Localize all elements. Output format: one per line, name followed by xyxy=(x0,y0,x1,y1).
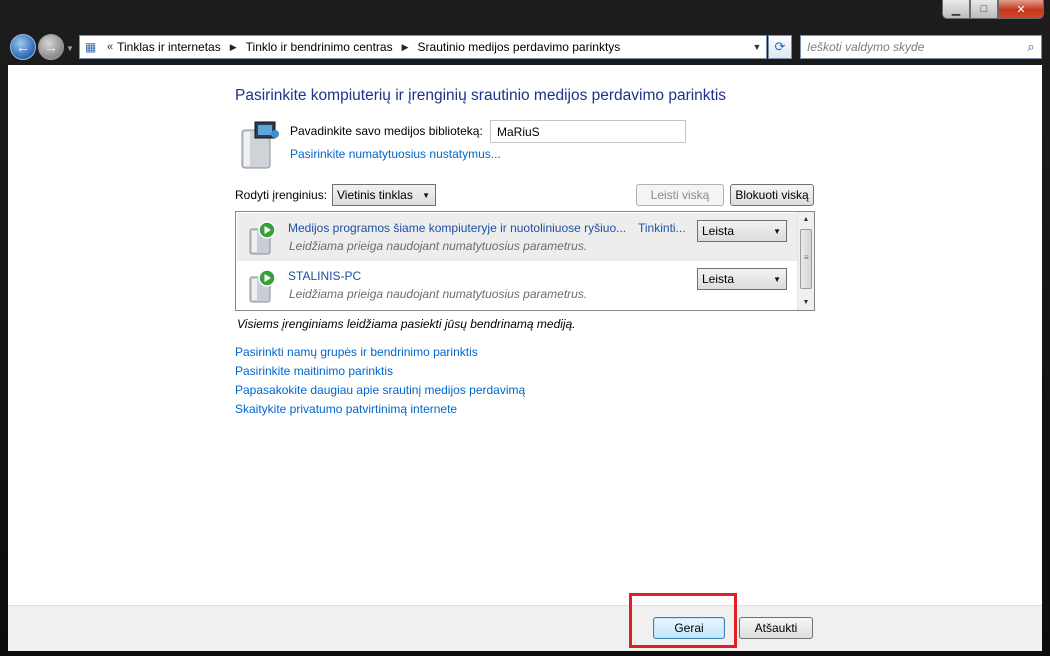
privacy-statement-link[interactable]: Skaitykite privatumo patvirtinimą intern… xyxy=(235,402,525,416)
learn-more-link[interactable]: Papasakokite daugiau apie srautinį medij… xyxy=(235,383,525,397)
breadcrumb-item[interactable]: Tinklo ir bendrinimo centras xyxy=(246,40,393,54)
block-all-button[interactable]: Blokuoti viską xyxy=(730,184,814,206)
back-button[interactable]: ← xyxy=(10,34,36,60)
address-bar[interactable]: ▦ « Tinklas ir internetas ▶ Tinklo ir be… xyxy=(79,35,767,59)
library-name-input[interactable] xyxy=(490,120,686,143)
device-name[interactable]: Medijos programos šiame kompiuteryje ir … xyxy=(288,221,626,235)
choose-defaults-link[interactable]: Pasirinkite numatytuosius nustatymus... xyxy=(290,147,501,161)
breadcrumb-item[interactable]: Tinklas ir internetas xyxy=(117,40,221,54)
permission-value: Leista xyxy=(702,224,735,238)
control-panel-icon: ▦ xyxy=(85,40,97,54)
chevron-right-icon[interactable]: ▶ xyxy=(230,42,237,53)
dialog-footer: Gerai Atšaukti xyxy=(8,605,1042,651)
recent-pages-chevron-icon[interactable]: ▼ xyxy=(66,44,74,53)
media-device-icon xyxy=(249,269,275,303)
ok-button-highlight xyxy=(629,593,737,648)
device-row[interactable]: Medijos programos šiame kompiuteryje ir … xyxy=(237,213,797,261)
grip-icon: ≡ xyxy=(804,253,809,262)
allow-all-button[interactable]: Leisti viską xyxy=(636,184,724,206)
device-permission-select[interactable]: Leista ▼ xyxy=(697,268,787,290)
chevron-right-icon[interactable]: ▶ xyxy=(402,42,409,53)
customize-link[interactable]: Tinkinti... xyxy=(638,221,686,235)
chevron-down-icon: ▼ xyxy=(773,274,781,284)
power-options-link[interactable]: Pasirinkite maitinimo parinktis xyxy=(235,364,525,378)
maximize-button[interactable]: □ xyxy=(970,0,998,19)
arrow-left-icon: ← xyxy=(16,39,30,55)
window-frame: ▁ □ ✕ ← → ▼ ▦ « Tinklas ir internetas ▶ … xyxy=(0,0,1050,656)
page-title: Pasirinkite kompiuterių ir įrenginių sra… xyxy=(235,87,727,104)
breadcrumb-overflow[interactable]: « xyxy=(107,41,113,53)
forward-button[interactable]: → xyxy=(38,34,64,60)
refresh-button[interactable]: ⟳ xyxy=(768,35,792,59)
search-icon[interactable]: ⌕ xyxy=(1021,39,1041,55)
device-description: Leidžiama prieiga naudojant numatytuosiu… xyxy=(289,239,588,253)
device-list[interactable]: Medijos programos šiame kompiuteryje ir … xyxy=(235,211,815,311)
media-library-icon xyxy=(241,121,279,169)
scroll-up-icon[interactable]: ▲ xyxy=(798,212,814,227)
close-button[interactable]: ✕ xyxy=(998,0,1044,19)
content-pane: Pasirinkite kompiuterių ir įrenginių sra… xyxy=(8,65,1042,605)
scroll-down-icon[interactable]: ▼ xyxy=(798,295,814,310)
minimize-button[interactable]: ▁ xyxy=(942,0,970,19)
search-input[interactable] xyxy=(807,37,1021,57)
arrow-right-icon: → xyxy=(44,39,58,55)
search-box[interactable]: ⌕ xyxy=(800,35,1042,59)
media-device-icon xyxy=(249,221,275,255)
device-name[interactable]: STALINIS-PC xyxy=(288,269,361,283)
device-permission-select[interactable]: Leista ▼ xyxy=(697,220,787,242)
device-row[interactable]: STALINIS-PC Leidžiama prieiga naudojant … xyxy=(237,261,797,309)
chevron-down-icon: ▼ xyxy=(422,190,430,200)
breadcrumb-item[interactable]: Srautinio medijos perdavimo parinktys xyxy=(418,40,621,54)
chevron-down-icon[interactable]: ▼ xyxy=(748,36,766,58)
device-description: Leidžiama prieiga naudojant numatytuosiu… xyxy=(289,287,588,301)
caption-buttons: ▁ □ ✕ xyxy=(942,0,1044,19)
list-scrollbar[interactable]: ▲ ≡ ▼ xyxy=(797,212,814,310)
related-links: Pasirinkti namų grupės ir bendrinimo par… xyxy=(235,345,525,416)
scroll-thumb[interactable]: ≡ xyxy=(800,229,812,289)
cancel-button[interactable]: Atšaukti xyxy=(739,617,813,639)
access-note: Visiems įrenginiams leidžiama pasiekti j… xyxy=(237,317,576,331)
refresh-icon: ⟳ xyxy=(774,39,786,54)
show-devices-select[interactable]: Vietinis tinklas ▼ xyxy=(332,184,436,206)
homegroup-options-link[interactable]: Pasirinkti namų grupės ir bendrinimo par… xyxy=(235,345,525,359)
navigation-bar: ← → ▼ ▦ « Tinklas ir internetas ▶ Tinklo… xyxy=(0,31,1050,63)
permission-value: Leista xyxy=(702,272,735,286)
show-devices-value: Vietinis tinklas xyxy=(337,188,413,202)
library-name-label: Pavadinkite savo medijos biblioteką: xyxy=(290,124,483,138)
show-devices-label: Rodyti įrenginius: xyxy=(235,188,328,202)
chevron-down-icon: ▼ xyxy=(773,226,781,236)
